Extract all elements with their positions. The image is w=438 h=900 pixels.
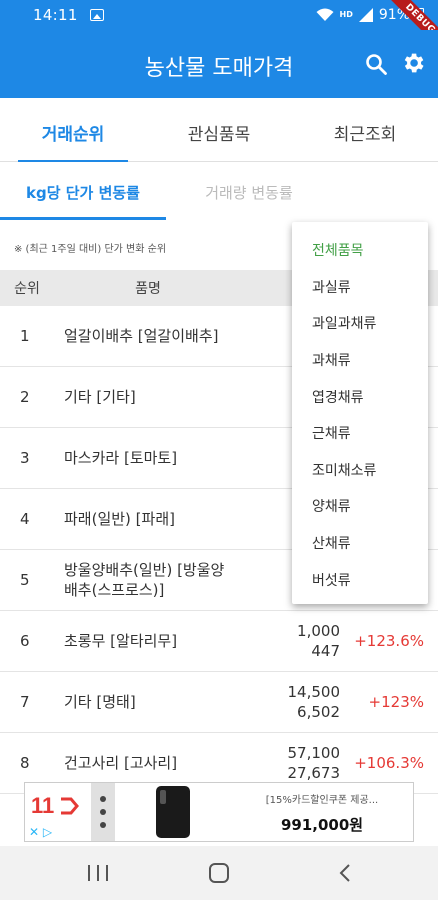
price-prev: 447 (311, 642, 340, 660)
row-change: +123.6% (354, 632, 424, 650)
row-price: 14,500 6,502 (238, 682, 346, 722)
row-name: 파래(일반) [파래] (64, 510, 175, 528)
row-rank: 1 (20, 327, 30, 345)
recent-apps-icon[interactable] (88, 865, 108, 881)
app-screen: 14:11 HD 91% DEBUG 농산물 도매가격 거래순위 관심품목 최근… (0, 0, 438, 900)
header-rank: 순위 (14, 281, 40, 297)
row-name: 기타 [명태] (64, 693, 136, 711)
tab-favorites[interactable]: 관심품목 (146, 98, 292, 161)
dot (100, 809, 106, 815)
home-icon[interactable] (209, 863, 229, 883)
menu-item-leafy-vegetables[interactable]: 엽경채류 (292, 378, 428, 415)
ad-phone-dots (91, 783, 115, 841)
row-rank: 5 (20, 571, 30, 589)
subtab-unit-price-change[interactable]: kg당 단가 변동률 (0, 162, 166, 220)
ad-price: 991,000원 (280, 816, 364, 834)
menu-item-seasoning-vegetables[interactable]: 조미채소류 (292, 452, 428, 489)
status-time: 14:11 (33, 6, 78, 24)
row-rank: 2 (20, 388, 30, 406)
dot (100, 796, 106, 802)
ad-brand-text: 11 (31, 793, 55, 818)
row-name: 기타 [기타] (64, 388, 136, 406)
ad-brand-arrow-icon (61, 797, 79, 815)
price-prev: 27,673 (287, 764, 341, 782)
ad-logo: 11 ✕ ▷ (25, 783, 91, 841)
menu-item-fruits[interactable]: 과실류 (292, 269, 428, 306)
dot (100, 822, 106, 828)
phone-icon (156, 786, 190, 838)
row-change: +106.3% (354, 754, 424, 772)
signal-icon (358, 8, 373, 22)
ad-info-icon[interactable]: ✕ ▷ (29, 825, 52, 839)
table-row[interactable]: 6 초롱무 [알타리무] 1,000 447 +123.6% (0, 611, 438, 672)
search-icon[interactable] (364, 52, 388, 76)
row-rank: 4 (20, 510, 30, 528)
row-rank: 7 (20, 693, 30, 711)
hd-indicator: HD (339, 10, 353, 19)
gear-icon[interactable] (400, 50, 426, 76)
price-now: 57,100 (287, 744, 341, 762)
ad-banner[interactable]: 11 ✕ ▷ [15%카드할인쿠폰 제공... 991,000원 (24, 782, 414, 842)
menu-item-wild-vegetables[interactable]: 산채류 (292, 525, 428, 562)
row-name: 얼갈이배추 [얼갈이배추] (64, 327, 219, 345)
main-tabs: 거래순위 관심품목 최근조회 (0, 98, 438, 162)
row-rank: 6 (20, 632, 30, 650)
price-now: 1,000 (297, 622, 340, 640)
subtab-volume-change[interactable]: 거래량 변동률 (166, 162, 332, 220)
row-name: 마스카라 [토마토] (64, 449, 178, 467)
status-bar: 14:11 HD 91% DEBUG (0, 0, 438, 53)
table-row[interactable]: 7 기타 [명태] 14,500 6,502 +123% (0, 672, 438, 733)
row-price: 1,000 447 (238, 621, 346, 661)
back-icon[interactable] (336, 863, 356, 883)
row-price: 57,100 27,673 (238, 743, 346, 783)
ranking-note: ※ (최근 1주일 대비) 단가 변화 순위 (14, 244, 167, 255)
row-change: +123% (368, 693, 424, 711)
row-rank: 8 (20, 754, 30, 772)
tab-trade-rank[interactable]: 거래순위 (0, 98, 146, 162)
header-name: 품명 (135, 281, 161, 297)
price-now: 14,500 (287, 683, 341, 701)
ad-description: [15%카드할인쿠폰 제공... (265, 795, 379, 806)
menu-item-all[interactable]: 전체품목 (292, 232, 428, 269)
price-prev: 6,502 (297, 703, 340, 721)
image-notification-icon (89, 9, 104, 21)
tab-recent[interactable]: 최근조회 (292, 98, 438, 161)
row-rank: 3 (20, 449, 30, 467)
row-name: 건고사리 [고사리] (64, 754, 178, 772)
wifi-icon (316, 8, 334, 21)
row-name: 초롱무 [알타리무] (64, 632, 178, 650)
category-menu: 전체품목 과실류 과일과채류 과채류 엽경채류 근채류 조미채소류 양채류 산채… (292, 222, 428, 604)
app-bar: 농산물 도매가격 (0, 30, 438, 98)
menu-item-fruiting-vegetables[interactable]: 과채류 (292, 342, 428, 379)
menu-item-western-vegetables[interactable]: 양채류 (292, 488, 428, 525)
row-name: 방울양배추(일반) [방울양배추(스프로스)] (64, 561, 225, 599)
menu-item-fruit-vegetables[interactable]: 과일과채류 (292, 305, 428, 342)
system-nav-bar (0, 846, 438, 900)
menu-item-root-vegetables[interactable]: 근채류 (292, 415, 428, 452)
ad-phone-image (115, 783, 231, 841)
menu-item-mushrooms[interactable]: 버섯류 (292, 561, 428, 598)
ad-text: [15%카드할인쿠폰 제공... 991,000원 (231, 783, 413, 841)
sub-tabs: kg당 단가 변동률 거래량 변동률 (0, 162, 438, 220)
